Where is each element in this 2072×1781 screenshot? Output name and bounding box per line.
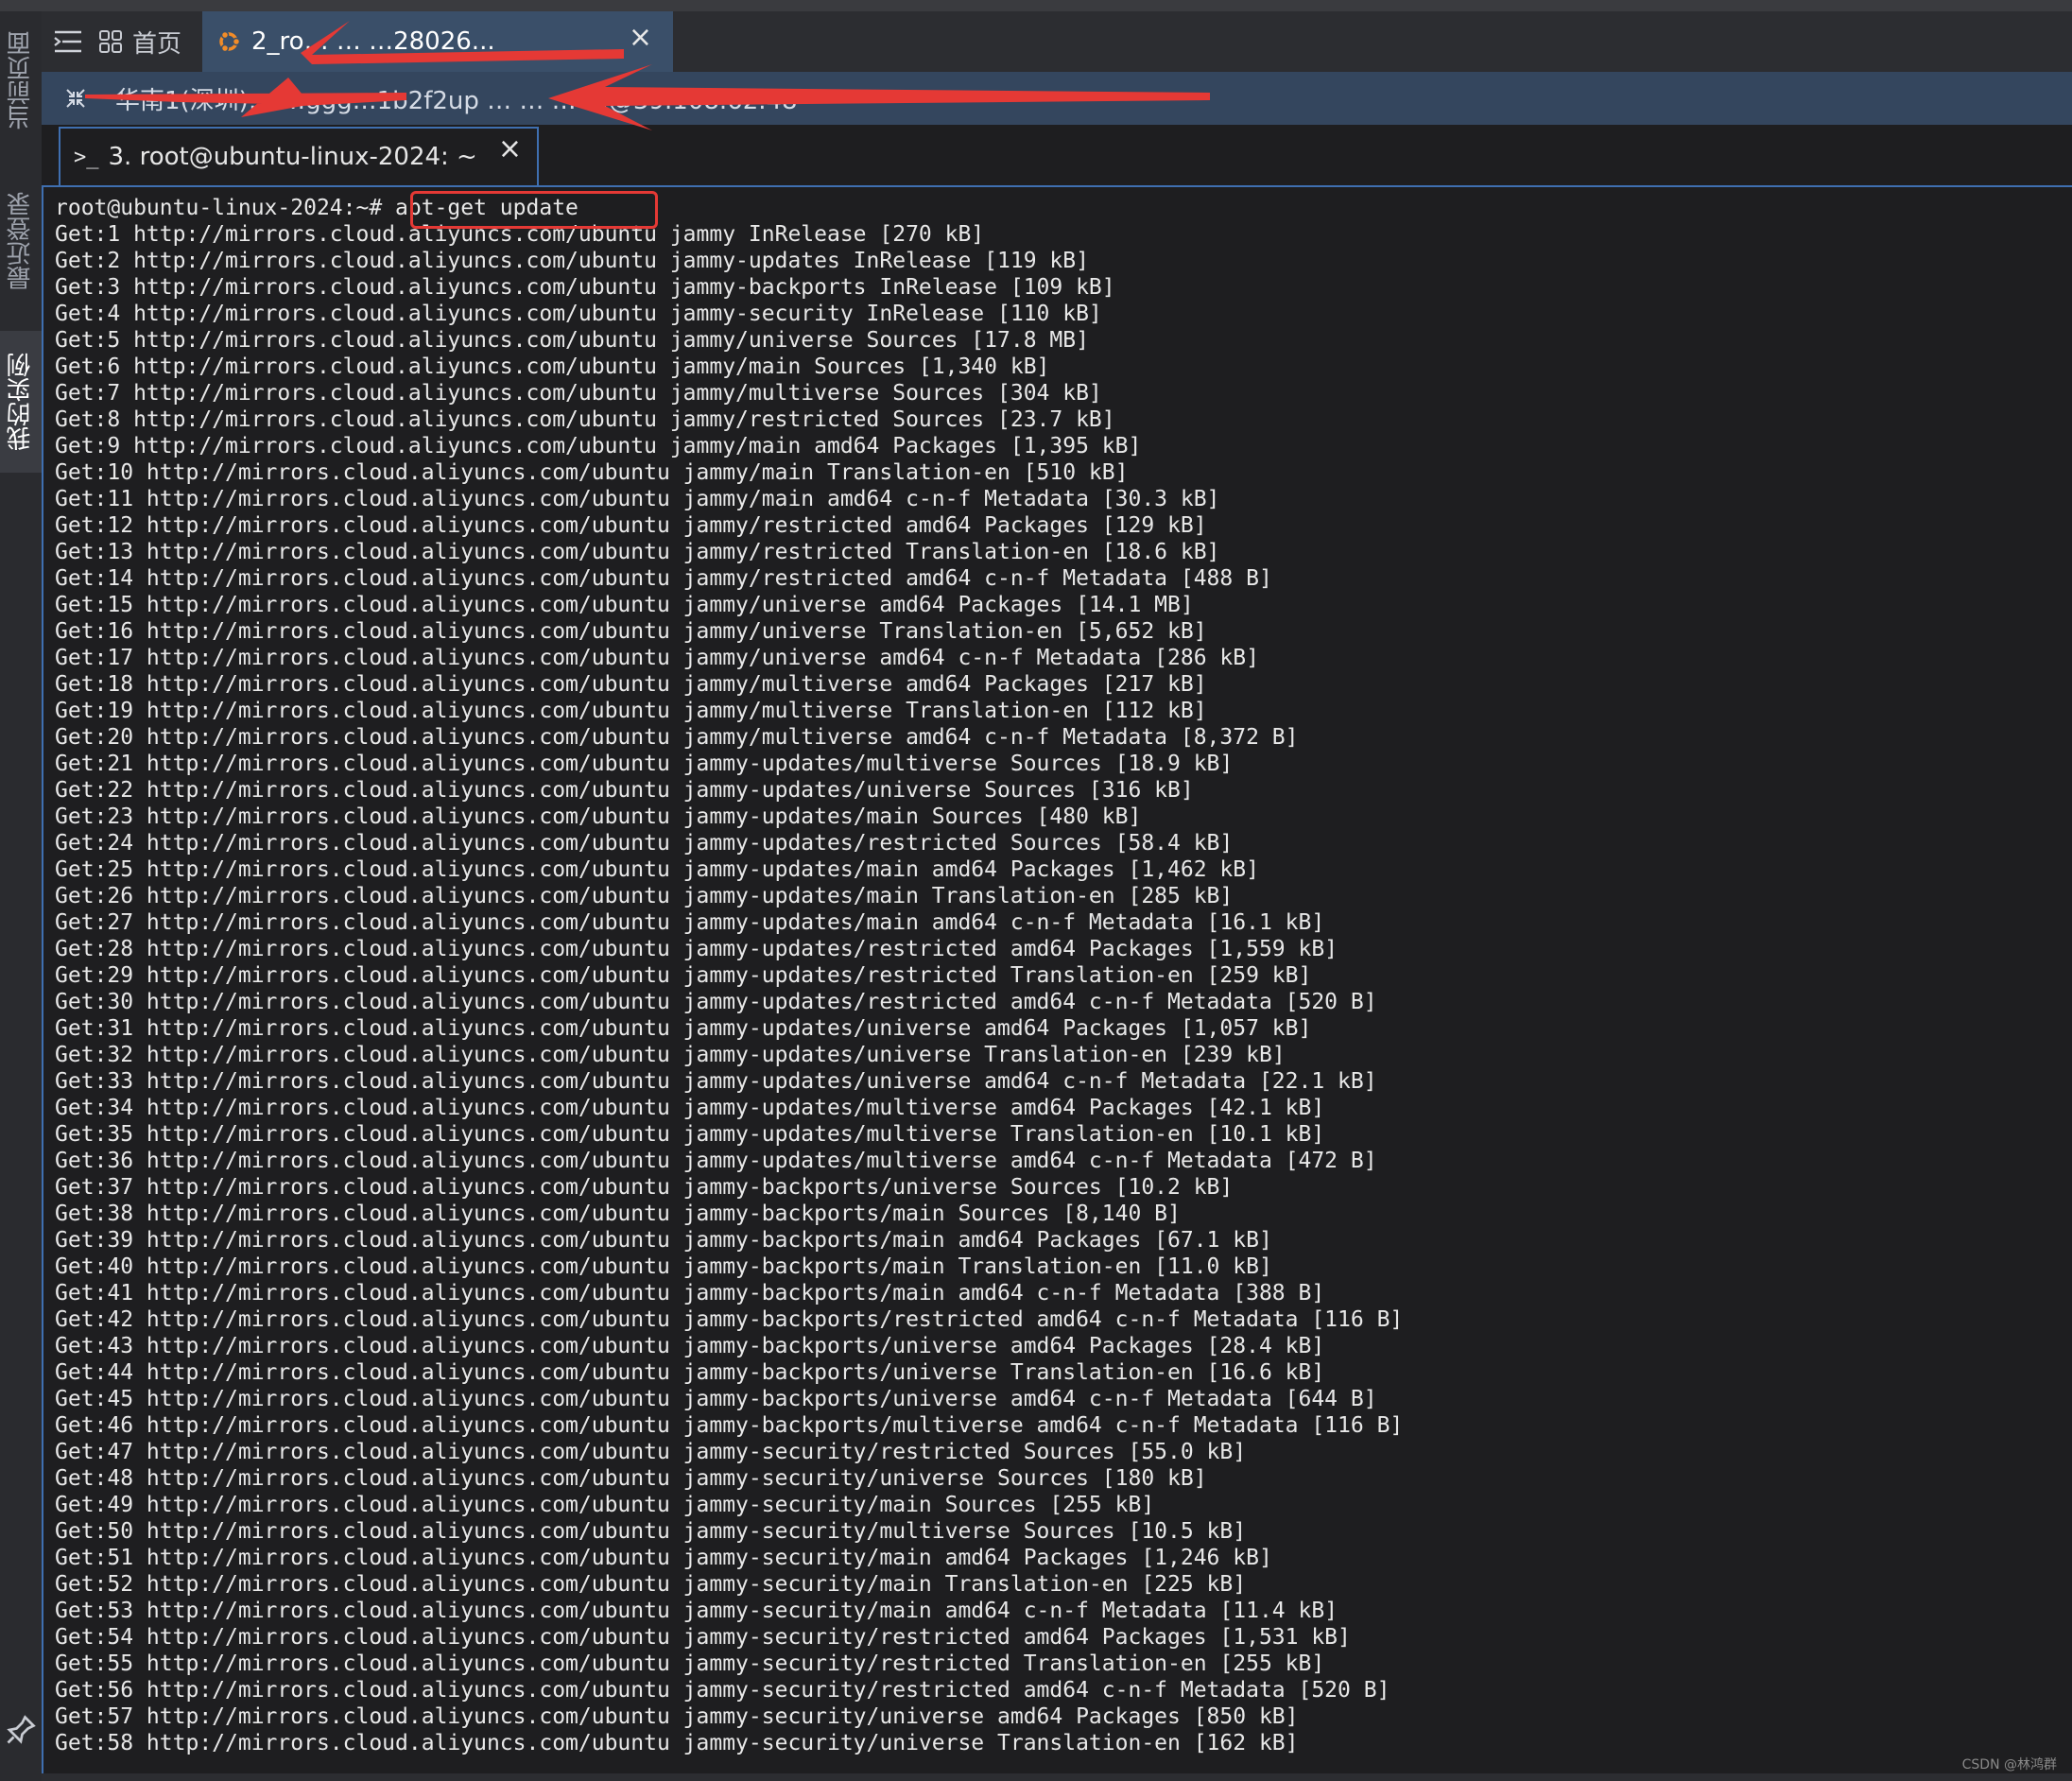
annotation-arrows	[85, 21, 1210, 130]
annotation-arrow	[548, 64, 1210, 130]
annotation-arrow	[85, 78, 406, 117]
